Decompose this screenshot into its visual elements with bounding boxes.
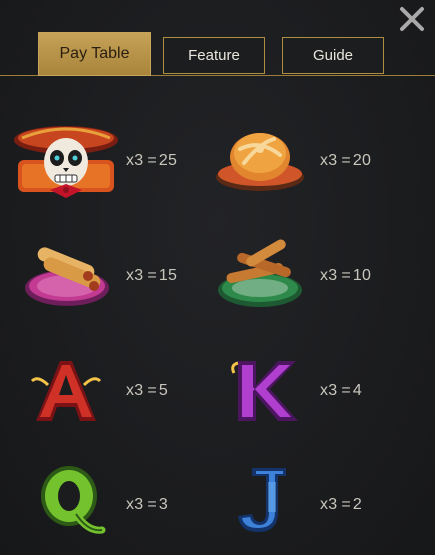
skull-mariachi-icon xyxy=(12,118,120,204)
payout-value: 10 xyxy=(352,267,372,284)
payout-value: 4 xyxy=(352,382,362,399)
payout-row-j: x3 = 2 xyxy=(320,496,362,514)
letter-j-icon xyxy=(234,462,292,538)
payout-count: x3 xyxy=(320,267,338,284)
letter-k-icon xyxy=(228,355,300,427)
tab-pay-table[interactable]: Pay Table xyxy=(38,32,151,76)
payout-row-a: x3 = 5 xyxy=(126,382,168,400)
letter-q-icon xyxy=(36,462,106,538)
payout-count: x3 xyxy=(126,382,144,399)
payout-equals: = xyxy=(147,382,157,399)
paytable-panel: Pay Table Feature Guide x3 = 25 x3 = 20 … xyxy=(0,0,435,555)
payout-count: x3 xyxy=(126,152,144,169)
payout-row-churros: x3 = 10 xyxy=(320,267,371,285)
payout-equals: = xyxy=(341,382,351,399)
payout-count: x3 xyxy=(320,152,338,169)
payout-equals: = xyxy=(147,267,157,284)
payout-count: x3 xyxy=(320,496,338,513)
letter-a-icon xyxy=(28,355,104,427)
tab-feature[interactable]: Feature xyxy=(163,37,265,74)
payout-equals: = xyxy=(147,496,157,513)
tab-bar: Pay Table Feature Guide xyxy=(0,0,435,80)
payout-value: 20 xyxy=(352,152,372,169)
payout-equals: = xyxy=(147,152,157,169)
tab-guide[interactable]: Guide xyxy=(282,37,384,74)
payout-count: x3 xyxy=(126,267,144,284)
flautas-icon xyxy=(22,238,112,310)
payout-count: x3 xyxy=(126,496,144,513)
payout-value: 2 xyxy=(352,496,362,513)
payout-row-q: x3 = 3 xyxy=(126,496,168,514)
payout-value: 5 xyxy=(158,382,168,399)
payout-count: x3 xyxy=(320,382,338,399)
pan-de-muerto-icon xyxy=(214,125,306,195)
churros-icon xyxy=(214,238,306,310)
payout-value: 15 xyxy=(158,267,178,284)
payout-value: 3 xyxy=(158,496,168,513)
payout-value: 25 xyxy=(158,152,178,169)
payout-equals: = xyxy=(341,496,351,513)
payout-equals: = xyxy=(341,152,351,169)
payout-equals: = xyxy=(341,267,351,284)
payout-row-bread: x3 = 20 xyxy=(320,152,371,170)
payout-row-skull: x3 = 25 xyxy=(126,152,177,170)
payout-row-k: x3 = 4 xyxy=(320,382,362,400)
payout-row-flautas: x3 = 15 xyxy=(126,267,177,285)
